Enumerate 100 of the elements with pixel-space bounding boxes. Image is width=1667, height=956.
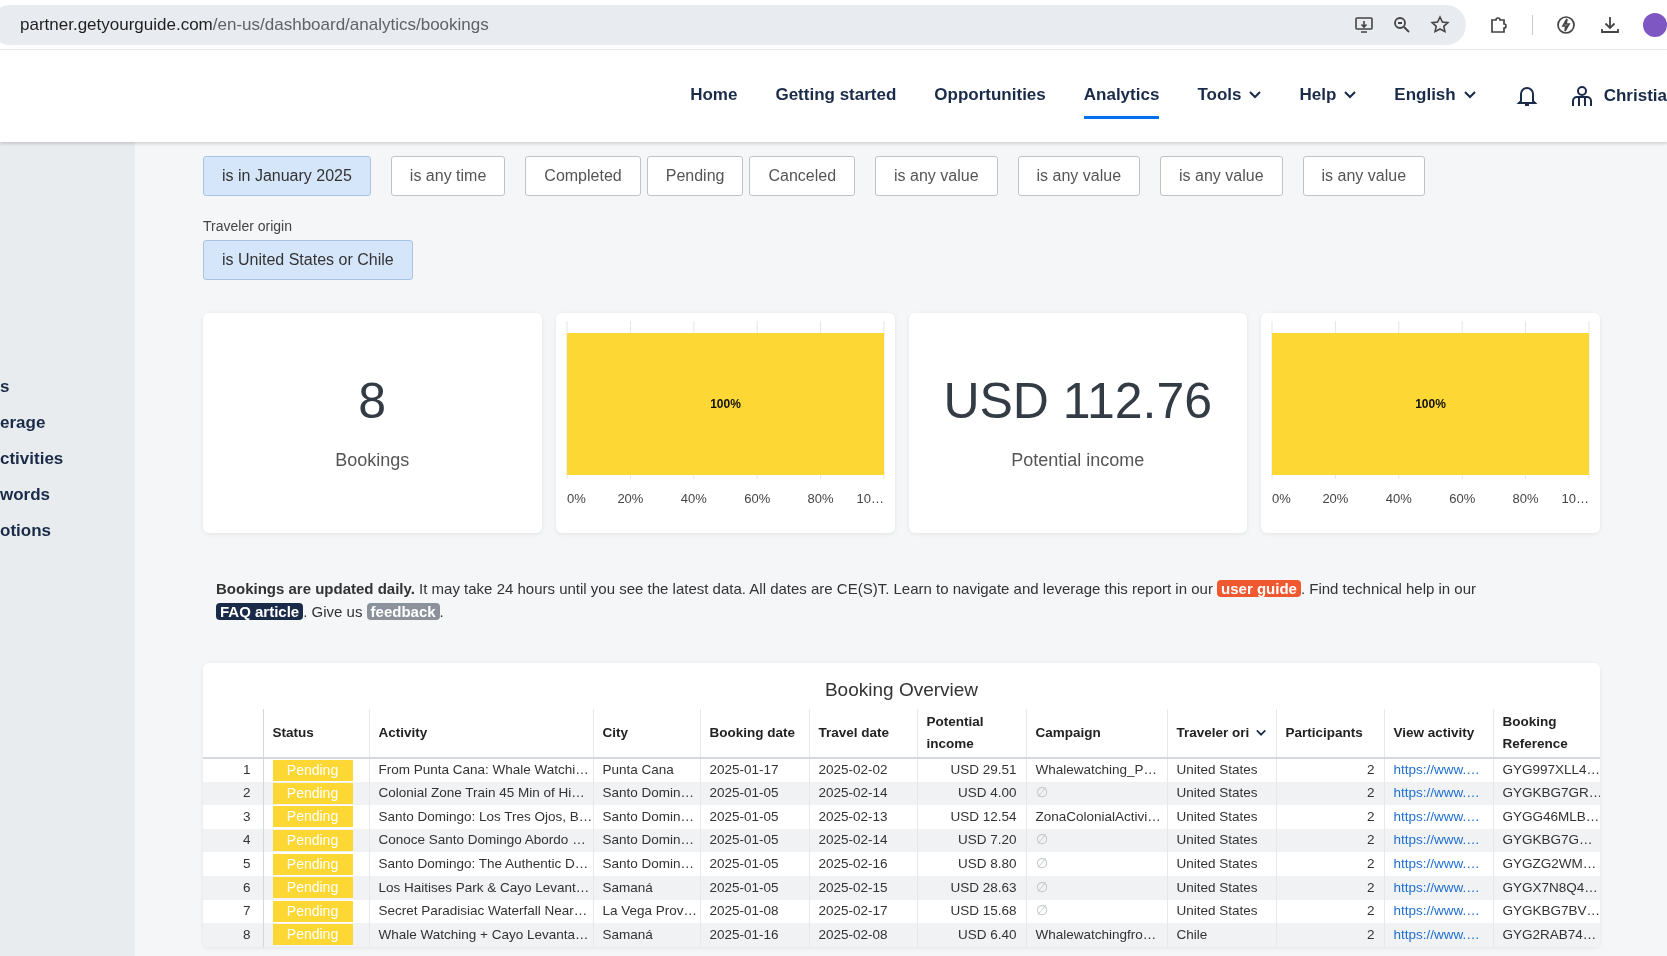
filter-chip[interactable]: is any time [390,156,506,196]
column-header: Campaign [1026,709,1167,758]
tick-label: 20% [616,491,643,506]
nav-dropdown[interactable]: Help [1299,73,1357,119]
table-cell: USD 28.63 [917,875,1026,900]
table-cell: Punta Cana [593,758,700,782]
filter-chip[interactable]: Canceled [749,156,856,196]
table-cell: USD 29.51 [917,758,1026,782]
activity-link[interactable]: https://www.… [1384,875,1493,900]
user-name[interactable]: Christia [1603,83,1667,109]
address-bar[interactable]: partner.getyourguide.com/en-us/dashboard/analytics/bookings [0,4,1466,45]
tick-label: 40% [1385,491,1412,506]
metric-value: USD 112.76 [943,372,1213,429]
table-cell: 2025-02-13 [809,805,917,829]
column-header: Booking date [700,709,809,758]
table-cell: Chile [1167,923,1276,947]
activity-link[interactable]: https://www.… [1384,805,1493,829]
install-icon[interactable] [1354,14,1374,35]
tick-label: 20% [1322,491,1349,506]
nav-tab[interactable]: Home [690,73,738,119]
filter-chip[interactable]: is United States or Chile [203,240,413,280]
table-title: Booking Overview [823,678,980,702]
profile-avatar[interactable] [1643,12,1667,37]
filter-chip[interactable]: is any value [1017,156,1141,196]
filter-chip[interactable]: is any value [875,156,998,196]
filter-chip[interactable]: Pending [646,156,744,196]
status-badge: Pending [272,877,353,899]
table-cell: 2025-01-16 [700,923,809,947]
table-cell: 2 [1276,758,1384,782]
row-number: 1 [203,758,263,782]
table-cell: United States [1167,875,1276,900]
table-cell: From Punta Cana: Whale Watchi… [369,758,593,782]
row-number: 5 [203,852,263,876]
status-badge: Pending [272,900,353,922]
filter-chip[interactable]: is any value [1160,156,1283,196]
table-cell: Santo Domingo: Los Tres Ojos, B… [369,805,593,829]
lightning-icon[interactable] [1555,13,1577,36]
nav-tab[interactable]: Getting started [775,73,897,119]
sidebar-item[interactable]: s [0,377,10,397]
table-cell: Samaná [593,923,700,947]
row-number: 3 [203,805,263,829]
sidebar-item[interactable]: words [0,485,51,505]
link-badge[interactable]: FAQ article [216,603,304,620]
bell-icon[interactable] [1515,84,1538,108]
user-icon[interactable] [1569,84,1594,108]
nav-dropdown[interactable]: Tools [1197,73,1262,119]
tick-label: 60% [743,491,770,506]
table-cell: ∅ [1026,852,1167,876]
zoom-icon[interactable] [1392,14,1412,35]
status-badge: Pending [272,853,353,875]
status-badge: Pending [272,806,353,828]
table-cell: ZonaColonialActivi… [1026,805,1167,829]
table-cell: USD 12.54 [917,805,1026,829]
table-cell: GYGG46MLB… [1493,805,1600,829]
column-header: View activity [1384,709,1493,758]
nav-dropdown[interactable]: English [1394,73,1476,119]
tick-label: 10… [1561,491,1589,506]
table-cell: Santo Domin… [593,852,700,876]
activity-link[interactable]: https://www.… [1384,758,1493,782]
status-badge: Pending [272,830,353,852]
column-header: Booking Reference [1493,709,1600,758]
table-cell: GYG2RAB74… [1493,923,1600,947]
nav-tab[interactable]: Opportunities [934,73,1046,119]
activity-link[interactable]: https://www.… [1384,852,1493,876]
metric-label: Bookings [335,448,410,472]
table-cell: 2025-01-05 [700,852,809,876]
sidebar-item[interactable]: erage [0,413,46,433]
tick-label: 10… [856,491,884,506]
column-header[interactable]: Traveler ori [1167,709,1276,758]
column-header: Activity [369,709,593,758]
table-cell: USD 8.80 [917,852,1026,876]
column-header: City [593,709,700,758]
sidebar-item[interactable]: otions [0,521,51,541]
table-cell: Santo Domingo: The Authentic D… [369,852,593,876]
table-cell: United States [1167,852,1276,876]
bar-value-label: 100% [1415,397,1446,411]
bar-value-label: 100% [709,397,741,411]
caret-icon[interactable] [1256,729,1267,737]
table-cell: 2 [1276,875,1384,900]
filter-chip[interactable]: is any value [1302,156,1426,196]
table-cell: 2025-02-08 [809,923,917,947]
table-cell: 2025-02-16 [809,852,917,876]
table-cell: GYG997XLL4… [1493,758,1600,782]
filter-chip[interactable]: Completed [525,156,641,196]
metric-label: Potential income [1011,448,1145,472]
table-cell: ∅ [1026,875,1167,900]
nav-tab[interactable]: Analytics [1083,73,1160,119]
tick-label: 40% [680,491,707,506]
table-cell: Whalewatchingfro… [1026,923,1167,947]
sidebar-item[interactable]: ctivities [0,449,64,469]
status-badge: Pending [272,782,353,804]
star-icon[interactable] [1430,14,1450,35]
column-header: Potential income [917,709,1026,758]
table-cell: Whale Watching + Cayo Levanta… [369,923,593,947]
table-cell: 2 [1276,852,1384,876]
tick-label: 80% [1512,491,1539,506]
filter-chip[interactable]: is in January 2025 [203,156,371,196]
table-cell: 2025-02-02 [809,758,917,782]
table-cell: Santo Domin… [593,805,700,829]
activity-link[interactable]: https://www.… [1384,923,1493,947]
